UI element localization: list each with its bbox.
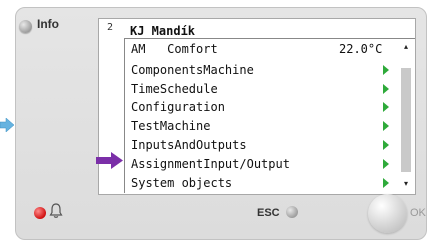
submenu-arrow-icon: [383, 121, 389, 131]
menu-item-label: ComponentsMachine: [131, 63, 254, 77]
submenu-arrow-icon: [383, 102, 389, 112]
menu-item-time-schedule[interactable]: TimeSchedule: [131, 80, 218, 98]
submenu-arrow-icon: [383, 65, 389, 75]
menu-item-label: AssignmentInput/Output: [131, 157, 290, 171]
submenu-arrow-icon: [383, 159, 389, 169]
pointer-arrow-icon: [96, 152, 123, 169]
menu-item-configuration[interactable]: Configuration: [131, 98, 225, 116]
menu-item-label: Configuration: [131, 100, 225, 114]
menu-item-system-objects[interactable]: System objects: [131, 174, 232, 192]
info-label: Info: [37, 17, 59, 31]
mode-prefix: AM: [131, 42, 146, 56]
scroll-up-icon[interactable]: ▴: [404, 43, 408, 51]
esc-label: ESC: [257, 207, 280, 219]
scrollbar-track[interactable]: [401, 68, 411, 172]
esc-button[interactable]: [286, 206, 298, 218]
ok-button[interactable]: [368, 194, 407, 233]
menu-divider: [124, 38, 125, 193]
alarm-led: [34, 207, 46, 219]
info-button[interactable]: [19, 20, 32, 33]
mode-value: Comfort: [167, 42, 218, 56]
submenu-arrow-icon: [383, 84, 389, 94]
mode-row[interactable]: AM Comfort: [131, 40, 218, 58]
scroll-down-icon[interactable]: ▾: [404, 180, 408, 188]
submenu-arrow-icon: [383, 140, 389, 150]
menu-item-label: TimeSchedule: [131, 82, 218, 96]
menu-item-components-machine[interactable]: ComponentsMachine: [131, 61, 254, 79]
menu-item-label: TestMachine: [131, 119, 211, 133]
submenu-arrow-icon: [383, 178, 389, 188]
side-pointer-arrow-icon: [0, 118, 14, 132]
page-number: 2: [107, 22, 114, 33]
menu-item-test-machine[interactable]: TestMachine: [131, 117, 210, 135]
bell-icon[interactable]: [49, 203, 63, 219]
ok-label: OK: [410, 207, 426, 219]
menu-item-assignment-input-output[interactable]: AssignmentInput/Output: [131, 155, 290, 173]
menu-item-inputs-and-outputs[interactable]: InputsAndOutputs: [131, 136, 247, 154]
screen-title: KJ Mandík: [130, 24, 196, 38]
temperature-value: 22.0°C: [339, 42, 383, 56]
menu-item-label: InputsAndOutputs: [131, 138, 247, 152]
menu-item-label: System objects: [131, 176, 233, 190]
